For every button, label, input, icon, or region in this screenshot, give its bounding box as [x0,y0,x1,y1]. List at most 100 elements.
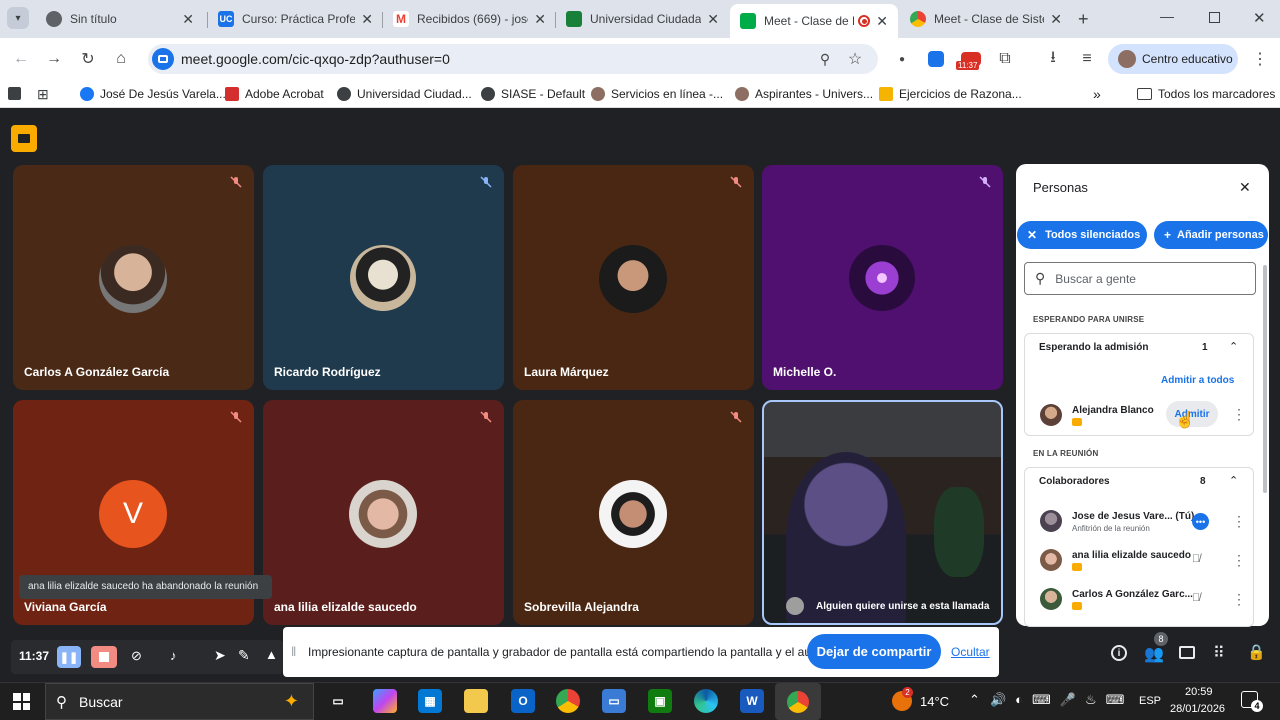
copilot-icon[interactable] [373,689,397,713]
task-view-icon[interactable]: ▭ [326,689,350,713]
bookmark-siase[interactable]: SIASE - Default [481,86,585,102]
people-icon[interactable]: 👥 [1144,644,1164,664]
admit-all-button[interactable]: Admitir a todos [1161,375,1234,386]
chat-icon[interactable] [1179,646,1195,659]
waiting-group-header[interactable]: Esperando la admisión [1039,342,1148,353]
forward-icon[interactable]: → [44,49,64,69]
stop-sharing-button[interactable]: Dejar de compartir [807,634,941,669]
chrome-icon[interactable] [556,689,580,713]
windows-start-icon[interactable] [13,693,30,710]
close-icon[interactable]: ✕ [876,13,888,30]
participant-tile[interactable]: Carlos A González García [13,165,254,390]
star-icon[interactable]: ☆ [845,49,865,69]
self-video-tile[interactable]: Alguien quiere unirse a esta llamada [762,400,1003,625]
bookmark-servicios[interactable]: Servicios en línea -... [591,86,723,102]
participant-tile[interactable]: Michelle O. [762,165,1003,390]
sidebar-toggle-icon[interactable] [8,87,21,100]
search-people-field[interactable]: ⚲ Buscar a gente [1024,262,1256,295]
word-icon[interactable]: W [740,689,764,713]
mic-icon[interactable]: ♪ [170,648,177,663]
home-icon[interactable]: ⌂ [111,49,131,69]
clock-time[interactable]: 20:59 [1185,686,1213,698]
restore-button[interactable] [1209,12,1220,23]
menu-dots-icon[interactable]: ⋮ [1250,49,1270,69]
recording-dot-icon[interactable]: ● [892,49,912,69]
tray-icons[interactable]: 🔊◐⌨🎤♨⌨ [990,692,1133,708]
close-icon[interactable]: ✕ [707,11,719,28]
collaborators-header[interactable]: Colaboradores [1039,476,1110,487]
camera-off-icon[interactable]: ⊘ [131,648,142,664]
bookmark-aspirantes[interactable]: Aspirantes - Univers... [735,86,873,102]
profile-button[interactable]: Centro educativo [1108,44,1238,74]
hide-link[interactable]: Ocultar [951,645,990,659]
stop-button[interactable] [91,646,117,668]
mic-off-icon[interactable]: 🎙̸ [1192,553,1200,565]
tab-meet-2[interactable]: Meet - Clase de Siste ✕ [900,4,1072,34]
clock-date[interactable]: 28/01/2026 [1170,703,1225,715]
meeting-info-icon[interactable] [11,125,37,152]
more-options-icon[interactable]: ⋮ [1232,591,1246,608]
taskbar-search-box[interactable]: ⚲ Buscar ✦ [45,683,314,720]
chevron-up-icon[interactable]: ⌃ [1229,474,1238,487]
media-control-icon[interactable]: ≡ [1077,49,1097,69]
store-icon[interactable]: ▦ [418,689,442,713]
more-options-icon[interactable]: ⋮ [1232,552,1246,569]
reload-icon[interactable]: ↻ [78,49,98,69]
tray-chevron-icon[interactable]: ⌃ [969,692,980,708]
taskbar-active-chrome[interactable] [775,683,821,720]
tab-curso[interactable]: UC Curso: Práctica Profe ✕ [208,4,383,34]
language[interactable]: ESP [1139,695,1161,707]
participant-tile[interactable]: Laura Márquez [513,165,754,390]
more-options-icon[interactable]: ⋮ [1232,406,1246,423]
apps-grid-icon[interactable]: ⊞ [37,86,49,103]
calculator-app-icon[interactable]: ▣ [648,689,672,713]
join-request-banner[interactable]: Alguien quiere unirse a esta llamada [786,597,989,615]
tab-gmail[interactable]: M Recibidos (669) - jose ✕ [383,4,556,34]
file-explorer-icon[interactable] [464,689,488,713]
close-icon[interactable]: ✕ [1239,179,1251,196]
close-icon[interactable]: ✕ [534,11,546,28]
new-tab-button[interactable]: + [1078,9,1089,30]
bookmark-ejercicios[interactable]: Ejercicios de Razona... [879,86,1022,102]
pointer-icon[interactable]: ➤ [214,647,226,664]
drag-handle-icon[interactable]: ‖ [291,644,296,659]
site-info-icon[interactable] [152,48,174,70]
tab-search-button[interactable]: ▾ [7,7,29,29]
panel-scrollbar[interactable] [1263,265,1267,493]
back-icon[interactable]: ← [11,49,31,69]
search-icon[interactable]: ⚲ [815,49,835,69]
tab-sin-titulo[interactable]: Sin título ✕ [36,4,204,34]
add-people-button[interactable]: + Añadir personas [1154,221,1268,249]
participant-tile[interactable]: Sobrevilla Alejandra [513,400,754,625]
bookmark-acrobat[interactable]: Adobe Acrobat [225,86,324,102]
download-icon[interactable]: ⭳ [1043,49,1063,69]
tab-meet-active[interactable]: Meet - Clase de P ✕ [730,4,898,38]
bookmark-universidad[interactable]: Universidad Ciudad... [337,86,472,102]
url-text[interactable]: meet.google.com/cic-qxqo-zdp?authuser=0 [181,51,450,67]
meeting-details-icon[interactable]: i [1111,645,1127,661]
host-controls-icon[interactable]: 🔒 [1247,643,1266,661]
bookmark-facebook[interactable]: José De Jesús Varela... [80,86,226,102]
close-window-button[interactable]: ✕ [1253,9,1266,27]
mute-all-button[interactable]: ✕ Todos silenciados [1017,221,1147,249]
edge-icon[interactable] [694,689,718,713]
pen-icon[interactable]: ✎ [238,647,250,664]
remote-desktop-icon[interactable]: ▭ [602,689,626,713]
participant-tile[interactable]: Ricardo Rodríguez [263,165,504,390]
pause-button[interactable]: ❚❚ [57,646,81,668]
extension-blue-icon[interactable] [926,49,946,69]
extensions-puzzle-icon[interactable]: ⧉ [995,49,1015,69]
outlook-icon[interactable]: O [511,689,535,713]
more-options-icon[interactable]: ⋮ [1232,513,1246,530]
mic-off-icon[interactable]: 🎙̸ [1192,592,1200,604]
minimize-button[interactable]: — [1160,8,1174,24]
highlighter-icon[interactable]: ▲ [265,647,278,662]
close-icon[interactable]: ✕ [182,11,194,28]
close-icon[interactable]: ✕ [361,11,373,28]
all-bookmarks-folder[interactable]: Todos los marcadores [1137,86,1275,102]
more-bookmarks-icon[interactable]: » [1093,86,1101,102]
participant-tile[interactable]: ana lilia elizalde saucedo [263,400,504,625]
activities-icon[interactable]: ⠿ [1213,643,1225,663]
chevron-up-icon[interactable]: ⌃ [1229,340,1238,353]
tab-universidad[interactable]: Universidad Ciudada ✕ [556,4,729,34]
